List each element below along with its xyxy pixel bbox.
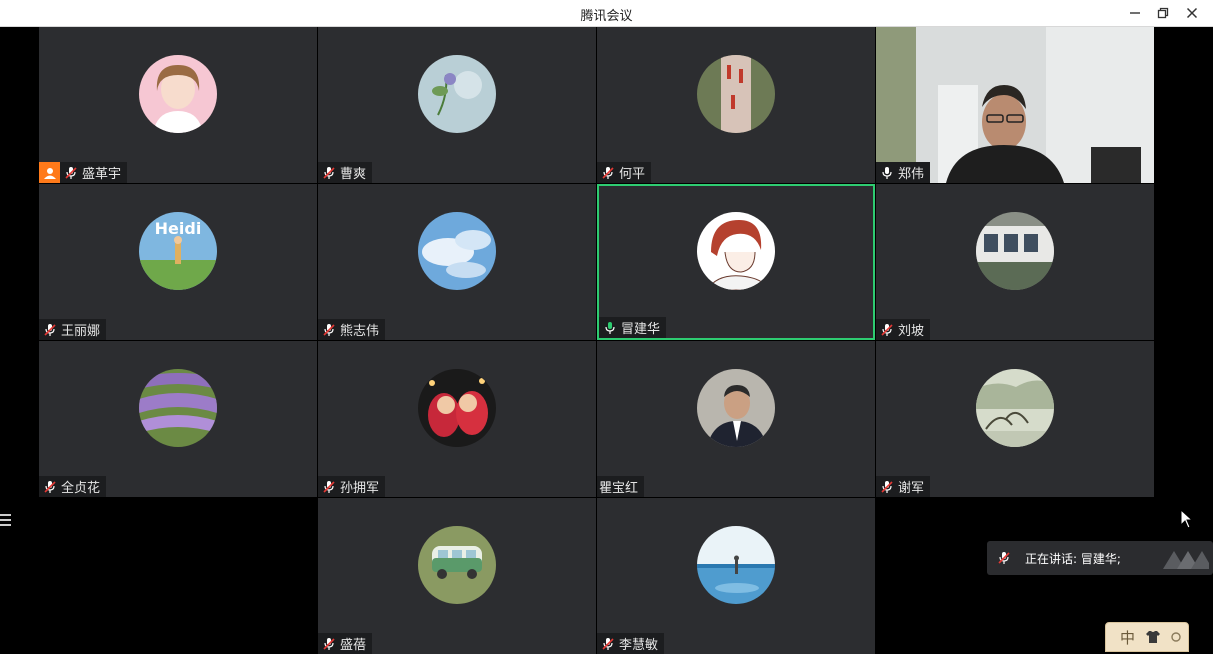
participant-tile[interactable]: 李慧敏 xyxy=(597,498,875,654)
side-menu-button[interactable] xyxy=(0,512,14,530)
participant-name: 瞿宝红 xyxy=(599,481,639,496)
name-tag: 孙拥军 xyxy=(318,476,386,497)
name-tag: 冒建华 xyxy=(599,317,667,338)
mic-muted-icon xyxy=(44,480,56,493)
participant-tile[interactable]: Heidi 王丽娜 xyxy=(39,184,317,340)
mic-muted-icon xyxy=(44,323,56,336)
participant-name: 刘坡 xyxy=(898,324,925,339)
close-icon xyxy=(1186,7,1198,19)
avatar xyxy=(418,212,496,290)
avatar xyxy=(418,369,496,447)
avatar xyxy=(697,55,775,133)
host-badge xyxy=(39,162,60,183)
name-tag: 盛革宇 xyxy=(39,162,128,183)
participant-tile[interactable]: 熊志伟 xyxy=(318,184,596,340)
minimize-icon xyxy=(1130,12,1140,14)
avatar xyxy=(139,55,217,133)
avatar xyxy=(139,369,217,447)
participant-name: 盛蓓 xyxy=(340,638,367,653)
mouse-cursor-icon xyxy=(1180,509,1194,529)
avatar xyxy=(418,55,496,133)
participant-video-tile[interactable]: 郑伟 xyxy=(876,27,1154,183)
mic-muted-icon xyxy=(65,166,77,179)
restore-icon xyxy=(1157,7,1169,19)
name-tag: 李慧敏 xyxy=(597,633,665,654)
mic-muted-icon xyxy=(602,166,614,179)
name-tag: 谢军 xyxy=(876,476,931,497)
video-feed xyxy=(876,27,1154,183)
participant-name: 李慧敏 xyxy=(619,638,659,653)
name-tag: 曹爽 xyxy=(318,162,373,183)
avatar xyxy=(418,526,496,604)
host-icon xyxy=(43,167,56,179)
participant-name: 冒建华 xyxy=(621,322,661,337)
avatar xyxy=(697,369,775,447)
mic-muted-icon xyxy=(602,637,614,650)
logo-watermark-icon xyxy=(1163,551,1209,569)
shirt-icon[interactable] xyxy=(1145,630,1161,644)
mic-muted-icon xyxy=(323,166,335,179)
participant-tile[interactable]: 谢军 xyxy=(876,341,1154,497)
name-tag: 刘坡 xyxy=(876,319,931,340)
name-tag: 王丽娜 xyxy=(39,319,107,340)
close-button[interactable] xyxy=(1181,3,1203,23)
participant-tile[interactable]: 何平 xyxy=(597,27,875,183)
name-tag: 全贞花 xyxy=(39,476,107,497)
settings-icon[interactable] xyxy=(1171,632,1181,642)
avatar xyxy=(697,212,775,290)
mic-muted-icon xyxy=(881,323,893,336)
restore-button[interactable] xyxy=(1152,3,1174,23)
name-tag: 郑伟 xyxy=(876,162,931,183)
participant-name: 盛革宇 xyxy=(82,167,122,182)
mic-muted-icon xyxy=(998,552,1010,564)
name-tag: 何平 xyxy=(597,162,652,183)
participant-name: 曹爽 xyxy=(340,167,367,182)
mic-muted-icon xyxy=(323,637,335,650)
participant-tile-active-speaker[interactable]: 冒建华 xyxy=(597,184,875,340)
ime-mode[interactable]: 中 xyxy=(1120,627,1135,648)
avatar xyxy=(976,369,1054,447)
window-title: 腾讯会议 xyxy=(580,9,633,24)
menu-icon xyxy=(0,514,11,526)
mic-on-icon xyxy=(882,166,892,179)
title-bar: 腾讯会议 xyxy=(0,0,1213,27)
participant-name: 郑伟 xyxy=(898,167,925,182)
mic-muted-icon xyxy=(323,323,335,336)
participant-name: 王丽娜 xyxy=(61,324,101,339)
participant-name: 谢军 xyxy=(898,481,925,496)
mic-muted-icon xyxy=(881,480,893,493)
svg-text:Heidi: Heidi xyxy=(155,219,202,238)
name-tag: 瞿宝红 xyxy=(597,476,645,497)
participant-tile[interactable]: 瞿宝红 xyxy=(597,341,875,497)
participant-tile[interactable]: 全贞花 xyxy=(39,341,317,497)
participant-name: 孙拥军 xyxy=(340,481,380,496)
mic-speaking-icon xyxy=(605,321,615,334)
participant-name: 熊志伟 xyxy=(340,324,380,339)
mic-muted-icon xyxy=(323,480,335,493)
participant-tile[interactable]: 盛蓓 xyxy=(318,498,596,654)
avatar: Heidi xyxy=(139,212,217,290)
ime-toolbar[interactable]: 中 xyxy=(1105,622,1189,652)
name-tag: 熊志伟 xyxy=(318,319,386,340)
avatar xyxy=(976,212,1054,290)
speaking-text: 正在讲话: 冒建华; xyxy=(1025,551,1121,566)
participant-name: 全贞花 xyxy=(61,481,101,496)
participant-tile[interactable]: 刘坡 xyxy=(876,184,1154,340)
avatar xyxy=(697,526,775,604)
participant-tile[interactable]: 盛革宇 xyxy=(39,27,317,183)
speaking-banner: 正在讲话: 冒建华; xyxy=(987,541,1213,575)
participant-tile[interactable]: 孙拥军 xyxy=(318,341,596,497)
participant-tile[interactable]: 曹爽 xyxy=(318,27,596,183)
minimize-button[interactable] xyxy=(1124,3,1146,23)
participant-name: 何平 xyxy=(619,167,646,182)
name-tag: 盛蓓 xyxy=(318,633,373,654)
